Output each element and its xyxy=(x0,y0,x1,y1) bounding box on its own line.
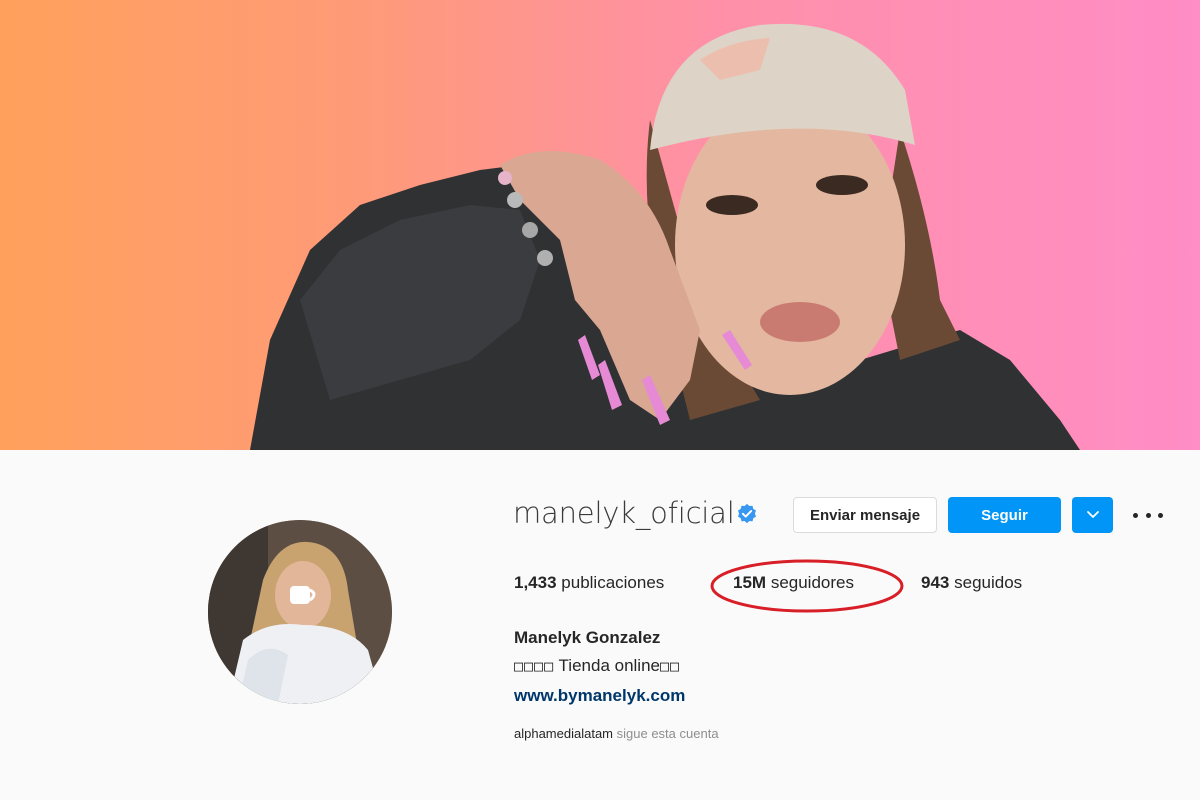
posts-count: 1,433 xyxy=(514,573,557,592)
posts-label: publicaciones xyxy=(561,573,665,592)
avatar-photo xyxy=(208,520,392,704)
banner-photo xyxy=(250,23,1080,450)
bio-emoji-placeholders: □□□□ xyxy=(514,657,555,675)
bio: □□□□ Tienda online□□ xyxy=(514,656,680,676)
profile-header: manelyk_oficial Enviar mensaje Seguir 1,… xyxy=(0,450,1200,800)
followed-by-account[interactable]: alphamedialatam xyxy=(514,726,613,741)
more-dot-icon xyxy=(1158,512,1163,518)
following-count: 943 xyxy=(921,573,950,592)
bio-emoji-placeholders-end: □□ xyxy=(660,657,681,675)
more-dot-icon xyxy=(1145,512,1151,518)
avatar[interactable] xyxy=(208,520,392,704)
followed-by-text: sigue esta cuenta xyxy=(616,726,719,741)
following-count-stat[interactable]: 943 seguidos xyxy=(921,573,1022,593)
website-link[interactable]: www.bymanelyk.com xyxy=(514,686,685,706)
banner-image xyxy=(0,0,1200,450)
chevron-down-icon xyxy=(1086,511,1099,518)
followed-by: alphamedialatam sigue esta cuenta xyxy=(514,726,719,741)
following-label: seguidos xyxy=(954,573,1023,592)
send-message-button[interactable]: Enviar mensaje xyxy=(793,497,937,533)
posts-count-stat: 1,433 publicaciones xyxy=(514,573,664,593)
annotation-circle xyxy=(710,559,904,613)
full-name: Manelyk Gonzalez xyxy=(514,628,661,647)
username: manelyk_oficial xyxy=(513,496,735,530)
verified-badge-icon xyxy=(738,503,756,524)
more-dot-icon xyxy=(1133,512,1138,518)
bio-text: Tienda online xyxy=(558,656,660,675)
follow-button[interactable]: Seguir xyxy=(948,497,1061,533)
suggested-dropdown-button[interactable] xyxy=(1072,497,1113,533)
more-options-button[interactable] xyxy=(1133,503,1163,527)
